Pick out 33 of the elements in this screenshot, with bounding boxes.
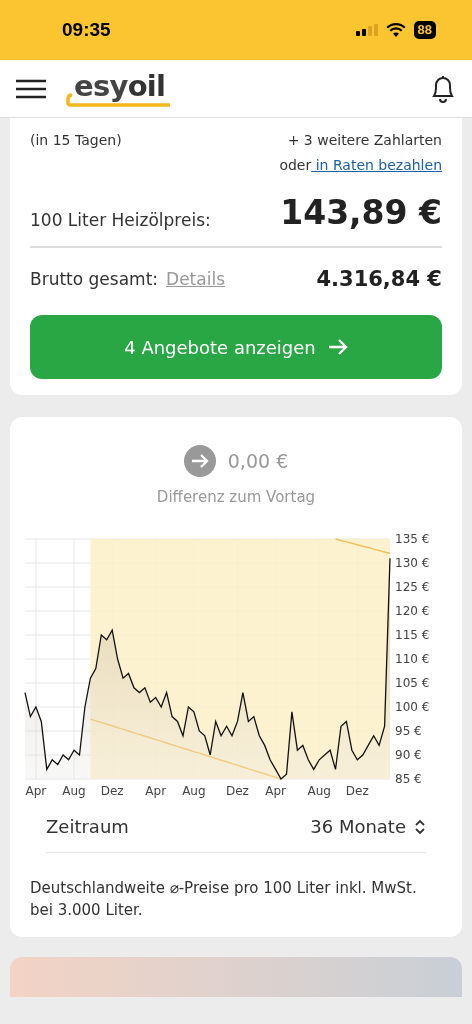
axis-label: 115 € [395, 628, 430, 642]
price-value: 143,89 € [280, 192, 442, 234]
axis-label: Dez [226, 784, 249, 798]
axis-label: Apr [265, 784, 286, 798]
axis-label: 120 € [395, 604, 430, 618]
axis-label: 100 € [395, 700, 430, 714]
payment-more: + 3 weitere Zahlarten [287, 131, 442, 150]
difference-label: Differenz zum Vortag [156, 488, 316, 506]
axis-label: 95 € [395, 724, 422, 738]
axis-label: Aug [62, 784, 86, 798]
axis-label: Apr [25, 784, 47, 798]
gross-label: Brutto gesamt: [30, 267, 159, 291]
axis-label: Apr [145, 784, 167, 798]
gross-value: 4.316,84 € [316, 265, 442, 293]
delivery-note: (in 15 Tagen) [30, 131, 122, 150]
battery-icon: 88 [413, 21, 436, 39]
axis-label: Dez [345, 784, 369, 798]
axis-label: 105 € [395, 676, 430, 690]
price-label: 100 Liter Heizölpreis: [30, 209, 211, 232]
axis-label: 85 € [395, 772, 422, 786]
axis-label: Dez [100, 784, 124, 798]
axis-label: Aug [307, 784, 331, 798]
axis-label: Aug [182, 784, 206, 798]
installment-prefix: oder [279, 156, 312, 175]
axis-label: 130 € [395, 556, 430, 570]
axis-label: 135 € [395, 532, 430, 546]
footnote: Deutschlandweite ⌀-Preise pro 100 Liter inkl. MwSt. bei 3.000 Liter. [30, 878, 418, 921]
axis-label: 110 € [395, 652, 430, 666]
status-time: 09:35 [62, 17, 111, 42]
axis-label: 90 € [395, 748, 422, 762]
period-label: Zeitraum [46, 815, 129, 839]
difference-value: 0,00 € [227, 448, 289, 474]
axis-label: 125 € [395, 580, 430, 594]
